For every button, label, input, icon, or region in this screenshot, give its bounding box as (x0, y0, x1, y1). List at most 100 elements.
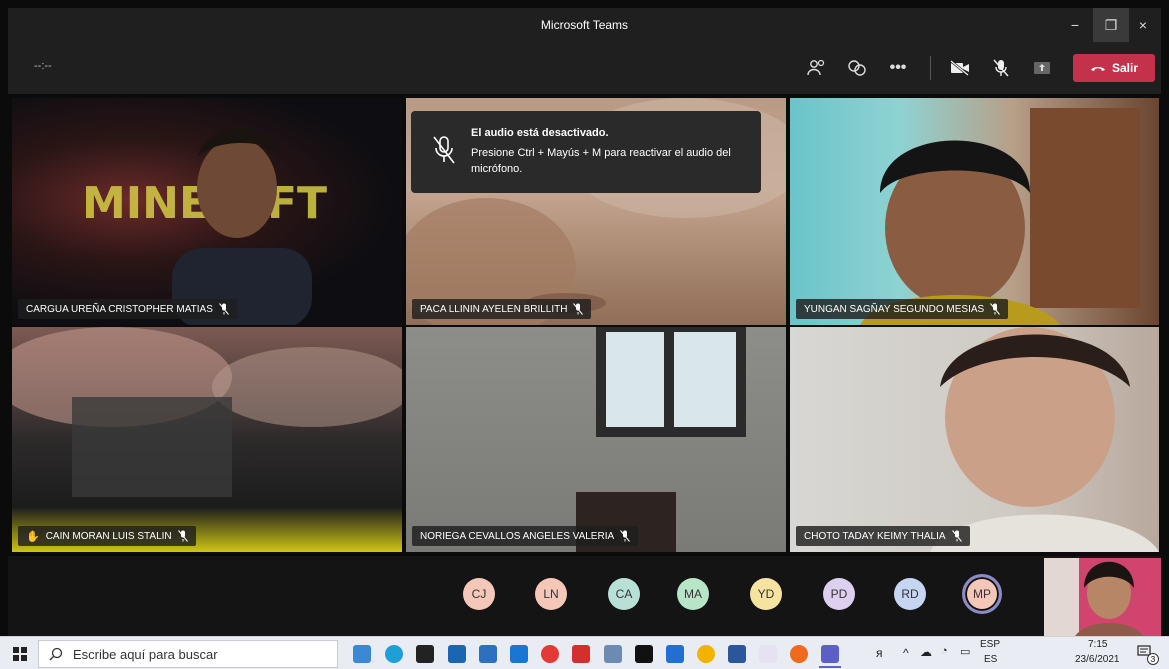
chrome-icon[interactable] (697, 645, 715, 663)
photos-icon[interactable] (448, 645, 466, 663)
participant-avatar[interactable]: LN (535, 578, 567, 610)
overflow-participants-bar: CJ LN CA MA YD PD RD MP (8, 556, 1161, 638)
active-app-indicator (819, 666, 841, 668)
browser-icon[interactable] (790, 645, 808, 663)
muted-mic-icon (620, 530, 631, 542)
windows-start-icon[interactable] (13, 647, 27, 661)
participant-video (406, 327, 786, 552)
windows-taskbar: Escribe aquí para buscar ᴙ ^ ☁ ◔ ▭ ESP E… (0, 636, 1169, 669)
mic-toggle-button[interactable] (988, 56, 1014, 80)
participant-name-tag: ✋ CAIN MORAN LUIS STALIN (18, 526, 196, 546)
title-bar: Microsoft Teams − ❐ × (8, 8, 1161, 42)
mic-off-icon (433, 136, 455, 164)
participant-avatar-self[interactable]: MP (962, 574, 1002, 614)
share-icon (1034, 62, 1050, 74)
participant-video: MINE FT (12, 98, 402, 325)
hang-up-icon (1090, 67, 1105, 71)
share-button[interactable] (1029, 56, 1055, 80)
reactions-button[interactable] (844, 56, 870, 80)
zoom-icon[interactable] (666, 645, 684, 663)
participant-avatar[interactable]: CA (608, 578, 640, 610)
itunes-icon[interactable] (759, 645, 777, 663)
people-icon (807, 59, 825, 76)
restore-button[interactable]: ❐ (1093, 8, 1129, 42)
muted-mic-icon (219, 303, 229, 315)
participant-name-tag: CARGUA UREÑA CRISTOPHER MATIAS (18, 299, 237, 319)
clock-time[interactable]: 7:15 (1088, 639, 1107, 650)
app-icon[interactable] (604, 645, 622, 663)
notice-title: El audio está desactivado. (471, 127, 609, 139)
muted-mic-icon (177, 530, 188, 542)
more-icon: ••• (889, 59, 907, 76)
window-title: Microsoft Teams (540, 18, 629, 32)
meeting-toolbar: --:-- ••• Salir (8, 42, 1161, 94)
mic-off-icon (993, 59, 1009, 77)
notice-body: Presione Ctrl + Mayús + M para reactivar… (471, 147, 731, 175)
meeting-timer: --:-- (34, 60, 52, 72)
video-tile[interactable]: MINE FT CARGUA UREÑA CRISTOPHER MATIAS (12, 98, 402, 325)
participant-name-tag: YUNGAN SAGÑAY SEGUNDO MESIAS (796, 299, 1009, 319)
teams-window: Microsoft Teams − ❐ × --:-- ••• Salir MI… (0, 0, 1169, 669)
language-top[interactable]: ESP (980, 639, 1000, 650)
store-icon[interactable] (416, 645, 434, 663)
wifi-icon[interactable]: ◔ (941, 645, 948, 657)
toolbar-divider (930, 56, 931, 80)
task-view-icon[interactable] (353, 645, 371, 663)
netflix-icon[interactable] (635, 645, 653, 663)
participant-avatar[interactable]: RD (894, 578, 926, 610)
people-tray-icon[interactable]: ᴙ (876, 646, 883, 660)
participant-video (12, 327, 402, 552)
participant-name: CAIN MORAN LUIS STALIN (45, 530, 172, 542)
minimize-button[interactable]: − (1057, 8, 1093, 42)
leave-label: Salir (1111, 61, 1138, 75)
language-bottom[interactable]: ES (984, 654, 997, 665)
search-placeholder: Escribe aquí para buscar (73, 646, 218, 662)
mail-icon[interactable] (510, 645, 528, 663)
more-actions-button[interactable]: ••• (885, 56, 911, 80)
participant-avatar[interactable]: MA (677, 578, 709, 610)
raised-hand-icon: ✋ (26, 530, 40, 543)
search-icon (49, 647, 63, 661)
word-icon[interactable] (728, 645, 746, 663)
audio-muted-notice: El audio está desactivado. Presione Ctrl… (411, 111, 761, 193)
participant-name-tag: PACA LLININ AYELEN BRILLITH (412, 299, 592, 319)
participant-video (790, 327, 1159, 552)
participant-avatar[interactable]: PD (823, 578, 855, 610)
participants-button[interactable] (804, 56, 830, 80)
participant-avatar[interactable]: CJ (463, 578, 495, 610)
participant-name: NORIEGA CEVALLOS ANGELES VALERIA (420, 530, 615, 542)
video-tile[interactable]: CHOTO TADAY KEIMY THALIA (790, 327, 1159, 552)
chevron-up-icon[interactable]: ^ (903, 646, 909, 660)
video-tile[interactable]: NORIEGA CEVALLOS ANGELES VALERIA (406, 327, 786, 552)
gmail-icon[interactable] (541, 645, 559, 663)
onedrive-icon[interactable]: ☁ (920, 645, 932, 659)
camera-toggle-button[interactable] (947, 56, 973, 80)
participant-name: CARGUA UREÑA CRISTOPHER MATIAS (26, 303, 213, 315)
app-icon[interactable] (572, 645, 590, 663)
self-video-preview[interactable] (1044, 558, 1161, 638)
teams-icon[interactable] (821, 645, 839, 663)
clock-date[interactable]: 23/6/2021 (1075, 654, 1120, 665)
video-tile[interactable]: YUNGAN SAGÑAY SEGUNDO MESIAS (790, 98, 1159, 325)
notification-count: 3 (1147, 653, 1159, 665)
muted-mic-icon (951, 530, 962, 542)
close-button[interactable]: × (1125, 8, 1161, 42)
participant-avatar[interactable]: YD (750, 578, 782, 610)
edge-icon[interactable] (385, 645, 403, 663)
participant-video (790, 98, 1159, 325)
leave-button[interactable]: Salir (1073, 54, 1155, 82)
participant-name: PACA LLININ AYELEN BRILLITH (420, 303, 568, 315)
battery-icon[interactable]: ▭ (960, 645, 970, 658)
reactions-icon (848, 60, 866, 76)
camera-off-icon (950, 60, 969, 76)
muted-mic-icon (573, 303, 584, 315)
calendar-icon[interactable] (479, 645, 497, 663)
svg-text:MINE: MINE (82, 178, 209, 229)
video-tile[interactable]: ✋ CAIN MORAN LUIS STALIN (12, 327, 402, 552)
participant-name: YUNGAN SAGÑAY SEGUNDO MESIAS (804, 303, 985, 315)
participant-name-tag: NORIEGA CEVALLOS ANGELES VALERIA (412, 526, 639, 546)
participant-name: CHOTO TADAY KEIMY THALIA (804, 530, 946, 542)
notifications-button[interactable]: 3 (1137, 645, 1159, 665)
taskbar-search[interactable]: Escribe aquí para buscar (38, 640, 338, 668)
muted-mic-icon (990, 303, 1001, 315)
